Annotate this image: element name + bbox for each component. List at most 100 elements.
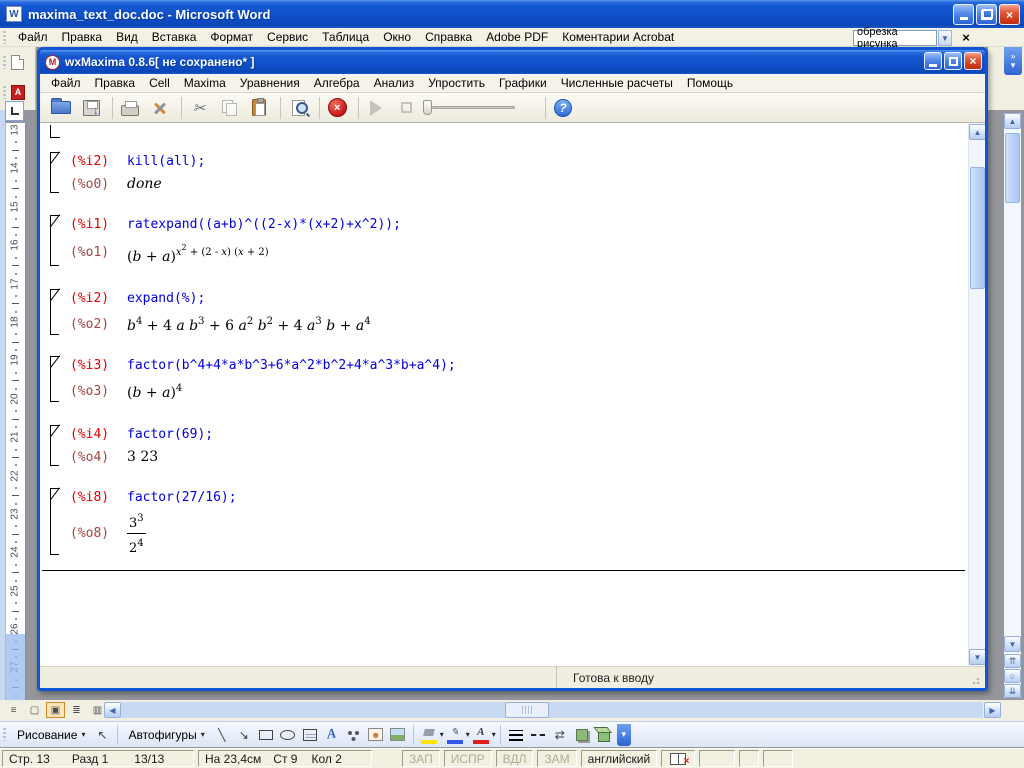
word-menu-item[interactable]: Коментарии Acrobat: [555, 28, 681, 46]
word-menu-item[interactable]: Вид: [109, 28, 145, 46]
word-menu-item[interactable]: Adobe PDF: [479, 28, 555, 46]
word-minimize-button[interactable]: [953, 4, 974, 25]
pdf-icon[interactable]: A: [11, 84, 25, 100]
wxmaxima-menu-item[interactable]: Численные расчеты: [554, 74, 680, 92]
select-browse-object-button[interactable]: ○: [1004, 669, 1021, 683]
scrollbar-thumb[interactable]: [970, 167, 985, 289]
stop-animation-button[interactable]: [393, 95, 419, 121]
select-objects-icon[interactable]: ↖: [91, 725, 113, 745]
line-color-icon[interactable]: ✎: [444, 725, 466, 745]
wxmaxima-close-button[interactable]: ×: [964, 52, 982, 70]
wordart-icon[interactable]: A: [321, 725, 343, 745]
wxmaxima-menu-item[interactable]: Анализ: [367, 74, 422, 92]
dash-style-icon[interactable]: [527, 725, 549, 745]
wxmaxima-menu-item[interactable]: Графики: [492, 74, 554, 92]
word-menu-item[interactable]: Сервис: [260, 28, 315, 46]
toolbar-options-button[interactable]: ▾: [616, 723, 631, 746]
configure-button[interactable]: [147, 95, 173, 121]
word-restore-button[interactable]: [976, 4, 997, 25]
question-box-dropdown-icon[interactable]: ▼: [938, 30, 952, 46]
wxmaxima-menu-item[interactable]: Уравнения: [233, 74, 307, 92]
worksheet-cursor-line[interactable]: [42, 570, 965, 571]
autoshapes-menu-button[interactable]: Автофигуры ▾: [122, 726, 210, 744]
cut-button[interactable]: ✂: [186, 95, 212, 121]
print-button[interactable]: [117, 95, 143, 121]
tab-selector-button[interactable]: [5, 101, 24, 121]
toolbar-overflow-button[interactable]: » ▾: [1004, 47, 1022, 75]
threed-style-icon[interactable]: [593, 725, 615, 745]
word-menu-item[interactable]: Окно: [376, 28, 418, 46]
input-code[interactable]: expand(%);: [127, 288, 205, 309]
input-code[interactable]: factor(69);: [127, 424, 213, 445]
hscroll-track[interactable]: [121, 702, 983, 718]
input-code[interactable]: ratexpand((a+b)^((2-x)*(x+2)+x^2));: [127, 214, 401, 235]
cell-bracket[interactable]: [50, 355, 62, 402]
word-menu-item[interactable]: Таблица: [315, 28, 376, 46]
fill-color-icon[interactable]: [418, 725, 440, 745]
cell-bracket[interactable]: [50, 151, 62, 193]
word-close-button[interactable]: ×: [999, 4, 1020, 25]
save-button[interactable]: [78, 95, 104, 121]
wxmaxima-menu-item[interactable]: Файл: [44, 74, 88, 92]
shadow-style-icon[interactable]: [571, 725, 593, 745]
print-layout-view-button[interactable]: ▣: [46, 702, 65, 718]
normal-view-button[interactable]: ≡: [4, 702, 23, 718]
drawing-menu-button[interactable]: Рисование ▾: [11, 726, 91, 744]
arrow-style-icon[interactable]: ⇄: [549, 725, 571, 745]
insert-picture-icon[interactable]: [387, 725, 409, 745]
web-layout-view-button[interactable]: ▢: [25, 702, 44, 718]
print-preview-button[interactable]: [285, 95, 311, 121]
status-mode-toggle[interactable]: ЗАМ: [537, 750, 577, 767]
input-code[interactable]: factor(27/16);: [127, 487, 237, 508]
word-menu-item[interactable]: Справка: [418, 28, 479, 46]
new-document-icon[interactable]: [11, 54, 24, 70]
copy-button[interactable]: [216, 95, 242, 121]
wxmaxima-menu-item[interactable]: Помощь: [680, 74, 740, 92]
hscroll-thumb[interactable]: [505, 702, 549, 718]
worksheet-scrollbar[interactable]: ▲ ▼: [968, 123, 985, 666]
wxmaxima-menu-item[interactable]: Cell: [142, 74, 177, 92]
rectangle-tool-icon[interactable]: [255, 725, 277, 745]
help-button[interactable]: ?: [550, 95, 576, 121]
status-mode-toggle[interactable]: ИСПР: [443, 750, 492, 767]
help-question-box[interactable]: обрезка рисунка: [853, 26, 937, 50]
document-close-button[interactable]: ×: [958, 29, 974, 45]
outline-view-button[interactable]: ≣: [67, 702, 86, 718]
scroll-down-button[interactable]: ▼: [1004, 636, 1021, 652]
word-menu-item[interactable]: Формат: [203, 28, 260, 46]
vertical-ruler[interactable]: 13 14 15 16 17 18 19 20 21 22 23 24 25 2…: [5, 123, 26, 700]
input-code[interactable]: factor(b^4+4*a*b^3+6*a^2*b^2+4*a^3*b+a^4…: [127, 355, 456, 376]
wxmaxima-menu-item[interactable]: Правка: [88, 74, 143, 92]
scrollbar-thumb[interactable]: [1005, 133, 1020, 203]
worksheet-cell[interactable]: (%i2) kill(all); (%o0) done: [44, 150, 968, 196]
worksheet-cell[interactable]: (%i2) expand(%); (%o2) b4 + 4 a b3 + 6 a2 b…: [44, 287, 968, 338]
scroll-down-button[interactable]: ▼: [969, 649, 985, 665]
wxmaxima-menu-item[interactable]: Maxima: [177, 74, 233, 92]
play-animation-button[interactable]: [363, 95, 389, 121]
chevron-down-icon[interactable]: ▾: [492, 730, 496, 739]
interrupt-button[interactable]: ×: [324, 95, 350, 121]
scroll-up-button[interactable]: ▲: [1004, 113, 1021, 129]
paste-button[interactable]: [246, 95, 272, 121]
clipart-icon[interactable]: ☻: [365, 725, 387, 745]
status-mode-toggle[interactable]: ВДЛ: [495, 750, 534, 767]
cell-bracket[interactable]: [50, 214, 62, 266]
input-code[interactable]: kill(all);: [127, 151, 205, 172]
oval-tool-icon[interactable]: [277, 725, 299, 745]
scroll-right-button[interactable]: ▶: [984, 702, 1001, 718]
worksheet-cell[interactable]: (%i8) factor(27/16); (%o8) 33 24: [44, 486, 968, 558]
cell-bracket[interactable]: [50, 288, 62, 335]
wxmaxima-menu-item[interactable]: Упростить: [421, 74, 492, 92]
scroll-up-button[interactable]: ▲: [969, 124, 985, 140]
previous-page-button[interactable]: ⇈: [1004, 654, 1021, 668]
wxmaxima-minimize-button[interactable]: [924, 52, 942, 70]
worksheet-cell[interactable]: (%i1) ratexpand((a+b)^((2-x)*(x+2)+x^2));…: [44, 213, 968, 269]
word-menu-item[interactable]: Файл: [11, 28, 55, 46]
worksheet[interactable]: (%i2) kill(all); (%o0) done (%i1) ratexpand((…: [40, 123, 968, 666]
wxmaxima-maximize-button[interactable]: [944, 52, 962, 70]
spellcheck-status[interactable]: ×: [661, 750, 696, 767]
word-menu-item[interactable]: Вставка: [145, 28, 204, 46]
word-menu-item[interactable]: Правка: [55, 28, 110, 46]
textbox-tool-icon[interactable]: [299, 725, 321, 745]
wxmaxima-titlebar[interactable]: M wxMaxima 0.8.6[ не сохранено* ] ×: [40, 50, 985, 74]
